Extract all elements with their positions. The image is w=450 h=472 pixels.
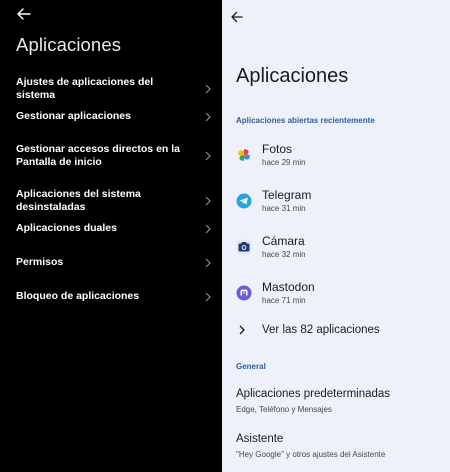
app-last-used: hace 71 min xyxy=(262,296,306,305)
app-last-used: hace 31 min xyxy=(262,204,306,213)
menu-item-system-app-settings[interactable]: Ajustes de aplicaciones del sistema xyxy=(16,76,212,102)
google-photos-icon xyxy=(238,149,250,161)
right-settings-panel: Aplicaciones Aplicaciones abiertas recie… xyxy=(222,0,450,472)
menu-item-manage-apps[interactable]: Gestionar aplicaciones xyxy=(16,110,212,123)
chevron-right-icon xyxy=(205,292,211,301)
recent-app-row-fotos[interactable]: Fotos hace 29 min xyxy=(222,140,450,180)
chevron-right-icon xyxy=(205,151,211,161)
menu-item-label: Bloqueo de aplicaciones xyxy=(16,290,140,302)
app-last-used: hace 29 min xyxy=(262,158,306,167)
mastodon-icon xyxy=(236,285,252,301)
menu-item-app-lock[interactable]: Bloqueo de aplicaciones xyxy=(16,290,212,303)
app-name: Mastodon xyxy=(262,280,315,294)
chevron-right-icon xyxy=(205,196,211,206)
menu-item-label: Aplicaciones duales xyxy=(16,222,117,234)
menu-item-permissions[interactable]: Permisos xyxy=(16,256,212,269)
default-apps-row[interactable]: Aplicaciones predeterminadas Edge, Teléf… xyxy=(222,388,450,424)
see-all-label: Ver las 82 aplicaciones xyxy=(262,324,380,336)
app-last-used: hace 32 min xyxy=(262,250,306,259)
menu-item-label: Aplicaciones del sistema desinstaladas xyxy=(16,188,141,213)
chevron-right-icon xyxy=(239,325,245,335)
page-title: Aplicaciones xyxy=(16,34,122,55)
recent-app-row-camara[interactable]: Cámara hace 32 min xyxy=(222,232,450,272)
pref-title: Aplicaciones predeterminadas xyxy=(236,388,391,400)
back-arrow-icon[interactable] xyxy=(13,5,35,23)
menu-item-label: Gestionar aplicaciones xyxy=(16,110,131,122)
recent-app-row-telegram[interactable]: Telegram hace 31 min xyxy=(222,186,450,226)
section-header-general: General xyxy=(236,362,266,371)
page-title: Aplicaciones xyxy=(236,65,349,87)
pref-subtitle: Edge, Teléfono y Mensajes xyxy=(236,405,332,414)
telegram-icon xyxy=(236,193,252,209)
recent-app-row-mastodon[interactable]: Mastodon hace 71 min xyxy=(222,278,450,318)
menu-item-manage-shortcuts[interactable]: Gestionar accesos directos en la Pantall… xyxy=(16,143,212,169)
assistant-row[interactable]: Asistente "Hey Google" y otros ajustes d… xyxy=(222,433,450,469)
menu-item-label: Permisos xyxy=(16,256,64,268)
section-header-recent: Aplicaciones abiertas recientemente xyxy=(236,116,375,125)
chevron-right-icon xyxy=(205,258,211,267)
menu-item-dual-apps[interactable]: Aplicaciones duales xyxy=(16,222,212,235)
chevron-right-icon xyxy=(205,224,211,233)
menu-item-label: Ajustes de aplicaciones del sistema xyxy=(16,76,154,101)
pref-subtitle: "Hey Google" y otros ajustes del Asisten… xyxy=(236,450,386,459)
app-name: Telegram xyxy=(262,188,312,202)
camera-icon xyxy=(236,239,252,255)
chevron-right-icon xyxy=(205,84,211,94)
app-name: Fotos xyxy=(262,142,293,156)
chevron-right-icon xyxy=(205,112,211,121)
left-settings-panel: Aplicaciones Ajustes de aplicaciones del… xyxy=(0,0,222,472)
app-name: Cámara xyxy=(262,234,305,248)
pref-title: Asistente xyxy=(236,433,284,445)
see-all-apps-button[interactable]: Ver las 82 aplicaciones xyxy=(222,320,450,342)
back-arrow-icon[interactable] xyxy=(231,10,247,26)
menu-item-uninstalled-system-apps[interactable]: Aplicaciones del sistema desinstaladas xyxy=(16,188,212,214)
menu-item-label: Gestionar accesos directos en la Pantall… xyxy=(16,143,180,168)
